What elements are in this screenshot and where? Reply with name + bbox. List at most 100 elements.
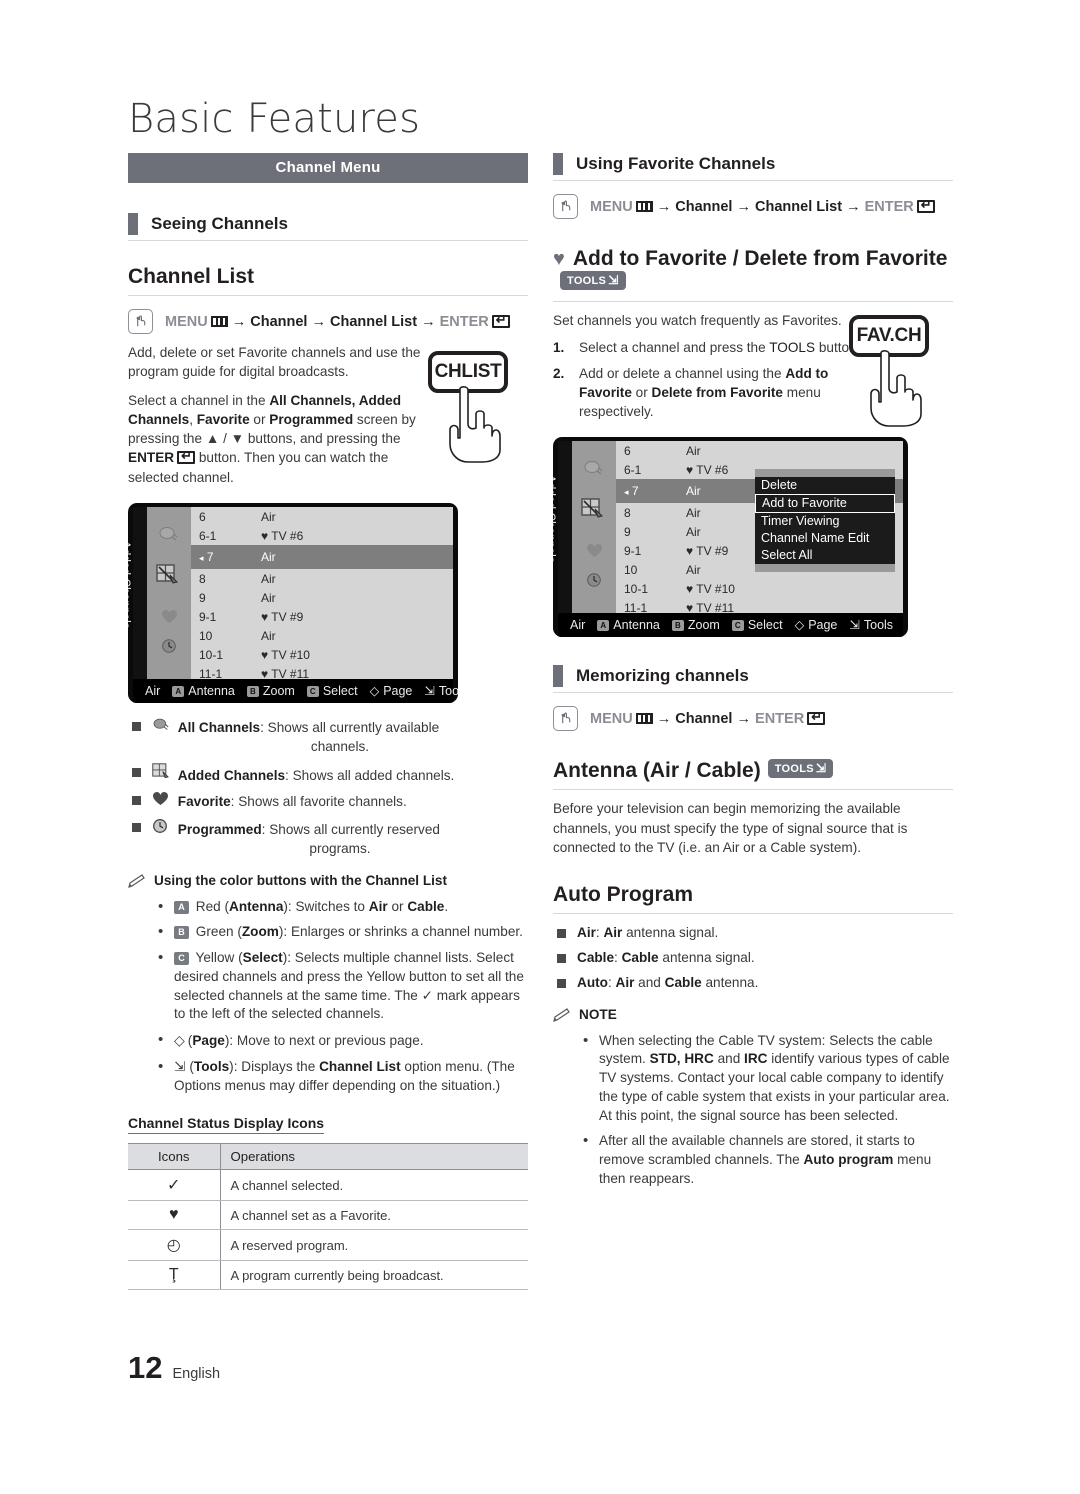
emphasis: Air xyxy=(368,898,388,914)
text: Yellow ( xyxy=(195,950,243,966)
heading-channel-list: Channel List xyxy=(128,265,255,288)
step-number: 2. xyxy=(553,366,565,382)
arrow: → xyxy=(311,313,327,330)
tv-bar-item[interactable]: C Select xyxy=(306,684,358,698)
channel-status-icons-title: Channel Status Display Icons xyxy=(128,1115,325,1135)
heading-text: Antenna (Air / Cable) xyxy=(553,759,761,783)
tv-channel-row[interactable]: 11-1 ♥ TV #11 xyxy=(616,598,903,617)
color-button-c-icon: C xyxy=(731,619,744,631)
tv-channel-row[interactable]: 9 Air xyxy=(191,588,453,607)
note-color-buttons-heading: Using the color buttons with the Channel… xyxy=(128,873,528,891)
tv-bar-label: Tools xyxy=(863,618,894,633)
divider xyxy=(553,180,953,181)
channel-name: ♥ TV #9 xyxy=(261,609,304,624)
item-text: : Shows all currently available xyxy=(260,720,440,736)
tv-bar-item[interactable]: ◇ Page xyxy=(795,617,838,632)
emphasis: Programmed xyxy=(269,411,354,427)
channel-number: 9 xyxy=(199,590,206,605)
status-icon: ◴ xyxy=(128,1229,221,1262)
tv-channel-row[interactable]: 6 Air xyxy=(191,507,453,526)
status-icon: ✓ xyxy=(128,1169,221,1202)
tv-bar-item[interactable]: ⇲Tools xyxy=(849,617,893,632)
tv-left-bezel xyxy=(558,441,572,614)
heart-icon: ♥ xyxy=(261,666,269,681)
tv-bar-item[interactable]: A Antenna xyxy=(172,684,235,698)
emphasis: Cable xyxy=(407,898,445,914)
note-heading-pre: Using the color buttons with the xyxy=(154,872,366,888)
tv-bar-item[interactable]: ⇲Tools xyxy=(424,683,458,698)
context-menu-item[interactable]: Timer Viewing xyxy=(755,513,895,531)
hand-press-icon xyxy=(128,309,153,334)
text: Add or delete a channel using the xyxy=(579,366,786,382)
context-menu-item[interactable]: Delete xyxy=(755,477,895,495)
tools-context-menu[interactable]: Delete Add to Favorite Timer Viewing Channe… xyxy=(755,469,895,573)
context-menu-item[interactable]: Select All xyxy=(755,547,895,565)
tv-bar-item[interactable]: C Select xyxy=(731,617,783,632)
tv-channel-row[interactable]: ◂ 7 Air xyxy=(191,545,453,570)
heart-icon[interactable] xyxy=(586,543,603,563)
finger-illustration xyxy=(870,350,922,427)
tv-bar-item[interactable]: B Zoom xyxy=(671,618,720,632)
tv-channel-row[interactable]: 9-1 ♥ TV #9 xyxy=(191,607,453,626)
menu-icon xyxy=(635,200,653,212)
channel-name: ♥ TV #10 xyxy=(261,647,310,662)
context-menu-item[interactable]: Add to Favorite xyxy=(755,494,895,514)
tv-left-bezel xyxy=(133,507,147,680)
arrow: → xyxy=(656,198,672,215)
tools-arrow-icon: ⇲ xyxy=(608,273,619,287)
enter-label: ENTER xyxy=(864,198,914,215)
tv-bar-label: Select xyxy=(747,617,783,632)
added-channels-icon xyxy=(152,762,174,786)
enter-label: ENTER xyxy=(128,450,175,466)
text: Green ( xyxy=(195,924,242,940)
text: and xyxy=(634,974,665,990)
operation-text: A channel set as a Favorite. xyxy=(220,1200,528,1231)
emphasis: Select xyxy=(242,950,283,966)
channel-name: Air xyxy=(686,443,701,458)
tv-channel-row[interactable]: 10-1 ♥ TV #10 xyxy=(616,579,903,598)
added-channels-icon[interactable] xyxy=(156,564,182,591)
heart-icon: ♥ xyxy=(261,609,269,624)
context-menu-item[interactable]: Channel Name Edit xyxy=(755,530,895,548)
tv-channel-list[interactable]: 6 Air 6-1 ♥ TV #6 ◂ 7 Air 8 Air 9 Air 9-1 ♥ TV #9 10… xyxy=(191,507,453,681)
list-item: ⇲(Tools): Displays the Channel List opti… xyxy=(158,1057,528,1096)
item-text: : Shows all added channels. xyxy=(285,767,455,783)
tv-channel-row[interactable]: 11-1 ♥ TV #11 xyxy=(191,664,453,683)
channel-menu-banner: Channel Menu xyxy=(128,153,528,183)
subsection-using-favorite-channels: Using Favorite Channels xyxy=(553,153,953,181)
clock-icon[interactable] xyxy=(586,572,602,593)
clock-icon xyxy=(152,818,174,840)
menu-path-text: MENU → Channel → ENTER xyxy=(590,710,826,727)
tv-channel-row[interactable]: 6 Air xyxy=(616,441,903,460)
status-icon: ♥ xyxy=(128,1200,221,1231)
tv-bar-item[interactable]: ◇ Page xyxy=(370,683,413,698)
tv-channel-row[interactable]: 10-1 ♥ TV #10 xyxy=(191,645,453,664)
tv-channel-list[interactable]: 6 Air 6-1 ♥ TV #6 ◂ 7 Air 8 Air 9 Air 9-1 ♥ TV #9 10… xyxy=(616,441,903,615)
list-item: C Yellow (Select): Selects multiple chan… xyxy=(158,948,528,1024)
enter-label: ENTER xyxy=(755,710,805,727)
satellite-dish-icon[interactable] xyxy=(583,459,605,482)
list-item: Cable: Cable antenna signal. xyxy=(553,949,953,968)
menu-icon xyxy=(635,712,653,724)
satellite-dish-icon[interactable] xyxy=(158,525,180,548)
heart-icon[interactable] xyxy=(161,609,178,629)
tv-screen-mock-favorite: Added Channels 6 Air 6-1 ♥ TV #6 ◂ 7 Air 8 Air 9… xyxy=(553,437,908,638)
arrow: → xyxy=(656,710,672,727)
tv-bar-item[interactable]: A Antenna xyxy=(597,618,660,632)
arrow: → xyxy=(846,198,861,215)
tv-bar-item[interactable]: B Zoom xyxy=(246,684,295,698)
table-row: ◴ A reserved program. xyxy=(128,1229,528,1262)
channel-number: 10 xyxy=(199,628,213,643)
page-number: 12 xyxy=(128,1350,163,1385)
status-icon: Ţ xyxy=(128,1260,221,1291)
channel-name: ♥ TV #11 xyxy=(686,600,735,615)
added-channels-icon[interactable] xyxy=(581,498,607,525)
heading-text: Add to Favorite / Delete from Favorite xyxy=(572,247,948,270)
manual-page: Basic Features Channel Menu Seeing Chann… xyxy=(0,0,1080,1494)
tv-screen-body: Added Channels 6 Air 6-1 ♥ TV #6 ◂ 7 Air 8 Air 9… xyxy=(128,507,453,681)
tv-channel-row[interactable]: 8 Air xyxy=(191,569,453,588)
tv-channel-row[interactable]: 6-1 ♥ TV #6 xyxy=(191,526,453,545)
clock-icon[interactable] xyxy=(161,638,177,659)
tv-channel-row[interactable]: 10 Air xyxy=(191,626,453,645)
subsection-label: Seeing Channels xyxy=(151,214,288,233)
